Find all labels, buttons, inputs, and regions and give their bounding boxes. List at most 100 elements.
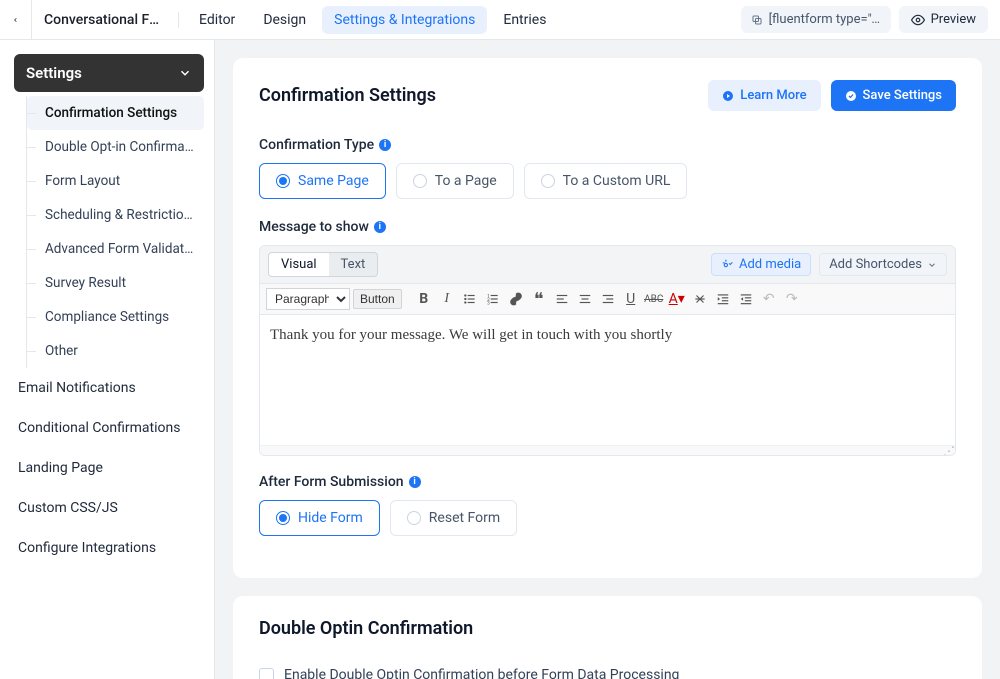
chevron-down-icon [178,66,192,80]
header-tabs: Editor Design Settings & Integrations En… [187,6,558,34]
editor-top-row: Visual Text Add media Add Shortcodes [260,246,955,284]
tab-editor[interactable]: Editor [187,6,247,34]
quote-icon[interactable]: ❝ [529,289,549,309]
radio-dot-icon [276,174,290,188]
link-icon[interactable] [506,289,526,309]
radio-dot-icon [541,174,555,188]
outdent-icon[interactable] [736,289,756,309]
radio-reset-form-label: Reset Form [429,510,500,526]
sidebar-sub-list: Confirmation Settings Double Opt-in Conf… [26,96,204,368]
undo-icon[interactable]: ↶ [759,289,779,309]
radio-same-page[interactable]: Same Page [259,163,386,199]
radio-same-page-label: Same Page [298,173,369,189]
add-media-button[interactable]: Add media [711,253,811,276]
radio-reset-form[interactable]: Reset Form [390,500,517,536]
sidebar-item-custom-css-js[interactable]: Custom CSS/JS [14,488,204,528]
info-icon[interactable]: i [409,476,421,488]
strikethrough-icon[interactable]: ABC [644,289,664,309]
tab-entries[interactable]: Entries [491,6,558,34]
editor-box: Visual Text Add media Add Shortcodes [259,245,956,456]
sidebar-item-confirmation-settings[interactable]: Confirmation Settings [27,96,204,130]
checkbox-icon[interactable] [259,668,274,679]
sidebar-item-survey-result[interactable]: Survey Result [27,266,204,300]
underline-icon[interactable]: U [621,289,641,309]
radio-hide-form-label: Hide Form [298,510,363,526]
main-content: Confirmation Settings Learn More Save Se… [215,40,1000,679]
sidebar-settings-label: Settings [26,64,82,82]
double-optin-checkbox-row[interactable]: Enable Double Optin Confirmation before … [259,659,956,679]
eye-icon [911,13,925,27]
copy-icon [751,14,763,26]
sidebar-item-scheduling[interactable]: Scheduling & Restrictions [27,198,204,232]
save-settings-button[interactable]: Save Settings [831,80,956,111]
learn-more-label: Learn More [740,88,806,103]
sidebar-item-double-optin[interactable]: Double Opt-in Confirma… [27,130,204,164]
align-right-icon[interactable] [598,289,618,309]
bullet-list-icon[interactable] [460,289,480,309]
add-shortcodes-dropdown[interactable]: Add Shortcodes [819,253,947,276]
sidebar-settings-header[interactable]: Settings [14,54,204,92]
sidebar-item-compliance[interactable]: Compliance Settings [27,300,204,334]
sidebar-item-landing-page[interactable]: Landing Page [14,448,204,488]
sidebar-item-configure-integrations[interactable]: Configure Integrations [14,528,204,568]
after-label-text: After Form Submission [259,474,404,490]
radio-custom-url[interactable]: To a Custom URL [524,163,688,199]
sidebar-item-form-layout[interactable]: Form Layout [27,164,204,198]
learn-more-button[interactable]: Learn More [708,80,820,111]
clear-format-icon[interactable] [690,289,710,309]
radio-dot-icon [276,511,290,525]
svg-text:3: 3 [487,300,490,306]
radio-to-a-page[interactable]: To a Page [396,163,514,199]
bold-icon[interactable]: B [414,289,434,309]
check-circle-icon [845,90,857,102]
after-submission-label: After Form Submission i [259,474,956,490]
paragraph-dropdown[interactable]: Paragraph [266,288,350,310]
editor-tab-text[interactable]: Text [329,253,378,276]
redo-icon[interactable]: ↷ [782,289,802,309]
preview-label: Preview [931,12,976,27]
sidebar-item-other[interactable]: Other [27,334,204,368]
italic-icon[interactable]: I [437,289,457,309]
media-icon [721,258,734,271]
sidebar-item-email-notifications[interactable]: Email Notifications [14,368,204,408]
add-media-label: Add media [739,257,801,272]
info-icon[interactable]: i [374,221,386,233]
info-icon[interactable]: i [379,139,391,151]
confirmation-settings-card: Confirmation Settings Learn More Save Se… [233,58,982,578]
radio-hide-form[interactable]: Hide Form [259,500,380,536]
text-color-icon[interactable]: A▾ [667,289,687,309]
save-settings-label: Save Settings [863,88,942,103]
play-circle-icon [722,90,734,102]
back-button[interactable] [12,0,32,40]
editor-toolbar: Paragraph Button B I 123 ❝ U ABC A▾ [260,284,955,315]
radio-dot-icon [413,174,427,188]
confirmation-type-label: Confirmation Type i [259,137,956,153]
indent-icon[interactable] [713,289,733,309]
align-center-icon[interactable] [575,289,595,309]
add-shortcodes-label: Add Shortcodes [829,257,922,272]
editor-content-area[interactable]: Thank you for your message. We will get … [260,315,955,445]
after-submission-options: Hide Form Reset Form [259,500,956,536]
editor-tab-visual[interactable]: Visual [269,253,329,276]
tab-design[interactable]: Design [251,6,318,34]
radio-dot-icon [407,511,421,525]
preview-button[interactable]: Preview [899,6,988,33]
double-optin-checkbox-label: Enable Double Optin Confirmation before … [284,667,679,679]
double-optin-card: Double Optin Confirmation Enable Double … [233,596,982,679]
confirmation-type-options: Same Page To a Page To a Custom URL [259,163,956,199]
sidebar-item-advanced-validation[interactable]: Advanced Form Validati… [27,232,204,266]
align-left-icon[interactable] [552,289,572,309]
editor-tabs: Visual Text [268,252,378,277]
confirmation-type-text: Confirmation Type [259,137,374,153]
shortcode-chip[interactable]: [fluentform type="c… [741,6,891,33]
numbered-list-icon[interactable]: 123 [483,289,503,309]
form-title[interactable]: Conversational Form… [44,12,179,28]
radio-to-a-page-label: To a Page [435,173,497,189]
editor-resize-handle[interactable]: ⋰ [260,445,955,455]
shortcode-text: [fluentform type="c… [769,12,881,27]
sidebar-item-conditional-confirmations[interactable]: Conditional Confirmations [14,408,204,448]
insert-button-button[interactable]: Button [353,289,402,309]
chevron-down-icon [927,260,937,270]
message-label: Message to show i [259,219,956,235]
tab-settings-integrations[interactable]: Settings & Integrations [322,6,487,34]
